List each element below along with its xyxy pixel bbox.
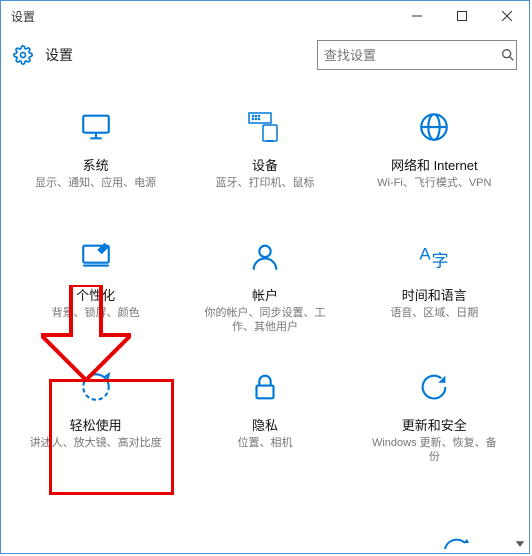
tile-title: 个性化 xyxy=(76,285,115,304)
tile-title: 更新和安全 xyxy=(402,415,467,434)
tile-desc: Wi-Fi、飞行模式、VPN xyxy=(369,176,499,190)
window-title: 设置 xyxy=(11,8,394,25)
search-input[interactable] xyxy=(324,48,500,63)
titlebar: 设置 xyxy=(1,1,529,31)
search-icon xyxy=(500,47,516,63)
lock-icon xyxy=(245,367,285,407)
tile-update-security[interactable]: 更新和安全 Windows 更新、恢复、备份 xyxy=(359,359,509,489)
search-box[interactable] xyxy=(317,40,517,70)
language-icon: A 字 xyxy=(414,237,454,277)
tile-privacy[interactable]: 隐私 位置、相机 xyxy=(190,359,340,489)
tile-title: 时间和语言 xyxy=(402,285,467,304)
minimize-icon xyxy=(412,11,422,21)
monitor-icon xyxy=(76,107,116,147)
tile-desc: 背景、锁屏、颜色 xyxy=(44,306,148,320)
header: 设置 xyxy=(1,31,529,79)
tile-desc: 显示、通知、应用、电源 xyxy=(27,176,164,190)
tile-system[interactable]: 系统 显示、通知、应用、电源 xyxy=(21,99,171,229)
tile-desc: 讲述人、放大镜、高对比度 xyxy=(22,436,170,450)
tile-title: 系统 xyxy=(83,155,109,174)
tile-ease-of-access[interactable]: 轻松使用 讲述人、放大镜、高对比度 xyxy=(21,359,171,489)
close-icon xyxy=(502,11,512,21)
tile-title: 设备 xyxy=(252,155,278,174)
update-icon xyxy=(414,367,454,407)
tile-desc: Windows 更新、恢复、备份 xyxy=(359,436,509,465)
app-title: 设置 xyxy=(45,45,317,65)
person-icon xyxy=(245,237,285,277)
svg-text:字: 字 xyxy=(432,252,449,271)
tile-devices[interactable]: 设备 蓝牙、打印机、鼠标 xyxy=(190,99,340,229)
tile-personalization[interactable]: 个性化 背景、锁屏、颜色 xyxy=(21,229,171,359)
tile-desc: 语音、区域、日期 xyxy=(382,306,486,320)
globe-icon xyxy=(414,107,454,147)
tile-title: 网络和 Internet xyxy=(391,155,478,174)
maximize-icon xyxy=(457,11,467,21)
minimize-button[interactable] xyxy=(394,1,439,31)
ease-of-access-icon xyxy=(76,367,116,407)
tile-title: 隐私 xyxy=(252,415,278,434)
partial-icon xyxy=(441,533,471,551)
tile-desc: 你的帐户、同步设置、工作、其他用户 xyxy=(190,306,340,335)
svg-text:A: A xyxy=(420,244,432,263)
tile-title: 帐户 xyxy=(252,285,278,304)
settings-window: 设置 设置 xyxy=(0,0,530,554)
tile-time-language[interactable]: A 字 时间和语言 语音、区域、日期 xyxy=(359,229,509,359)
window-controls xyxy=(394,1,529,31)
tile-network[interactable]: 网络和 Internet Wi-Fi、飞行模式、VPN xyxy=(359,99,509,229)
maximize-button[interactable] xyxy=(439,1,484,31)
close-button[interactable] xyxy=(484,1,529,31)
paint-icon xyxy=(76,237,116,277)
scroll-down-icon[interactable] xyxy=(513,537,527,551)
settings-grid: 系统 显示、通知、应用、电源 设备 蓝牙、打印机、鼠标 网络和 Internet xyxy=(1,79,529,489)
devices-icon xyxy=(245,107,285,147)
tile-desc: 位置、相机 xyxy=(229,436,300,450)
gear-icon xyxy=(13,45,33,65)
scrollbar[interactable] xyxy=(513,81,527,551)
tile-accounts[interactable]: 帐户 你的帐户、同步设置、工作、其他用户 xyxy=(190,229,340,359)
tile-title: 轻松使用 xyxy=(70,415,122,434)
tile-desc: 蓝牙、打印机、鼠标 xyxy=(207,176,322,190)
